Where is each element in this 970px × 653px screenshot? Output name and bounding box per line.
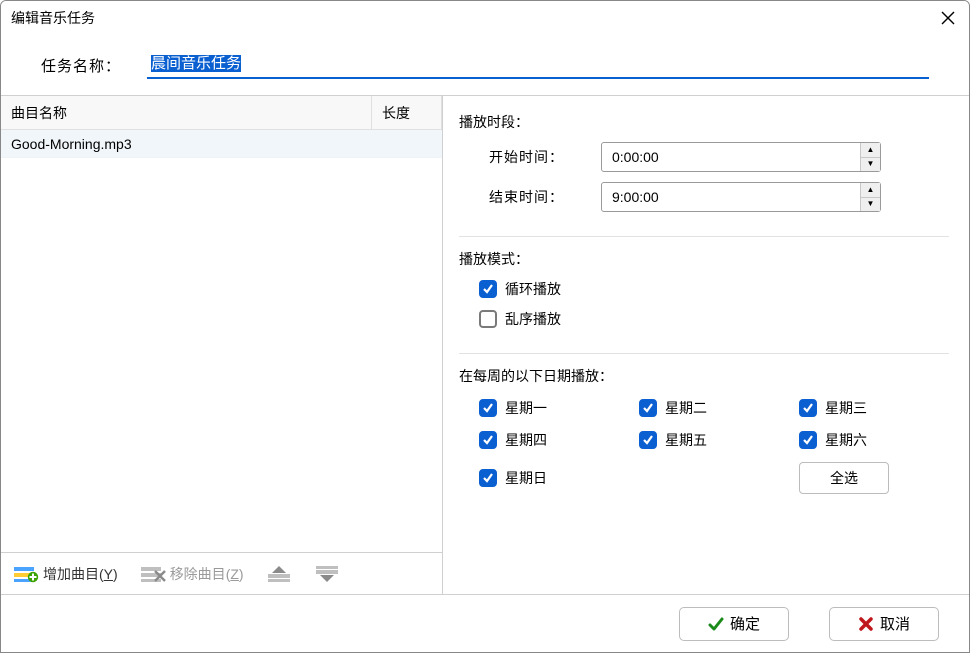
loop-checkbox-row[interactable]: 循环播放 bbox=[479, 279, 949, 299]
weekday-checkbox-row[interactable]: 星期四 bbox=[479, 430, 629, 450]
weekday-checkbox[interactable] bbox=[639, 399, 657, 417]
task-name-label: 任务名称： bbox=[41, 55, 121, 76]
end-time-input[interactable]: 9:00:00 ▲ ▼ bbox=[601, 182, 881, 212]
playback-period-section: 播放时段： 开始时间： 0:00:00 ▲ ▼ 结束时间： 9:00:00 bbox=[459, 106, 949, 237]
end-time-spinner: ▲ ▼ bbox=[860, 183, 880, 211]
weekday-checkbox[interactable] bbox=[639, 431, 657, 449]
weekday-checkbox[interactable] bbox=[479, 431, 497, 449]
remove-track-button: 移除曲目(Z) bbox=[134, 559, 250, 589]
playback-mode-title: 播放模式： bbox=[459, 249, 949, 269]
cancel-icon bbox=[858, 616, 874, 632]
add-track-icon bbox=[13, 565, 39, 583]
ok-label: 确定 bbox=[730, 613, 760, 634]
weekday-label: 星期五 bbox=[665, 430, 707, 450]
close-icon bbox=[941, 11, 955, 25]
select-all-button[interactable]: 全选 bbox=[799, 462, 889, 494]
weekday-label: 星期六 bbox=[825, 430, 867, 450]
weekday-checkbox-row[interactable]: 星期二 bbox=[639, 398, 789, 418]
weekday-label: 星期日 bbox=[505, 468, 547, 488]
column-track-length[interactable]: 长度 bbox=[372, 96, 442, 129]
start-time-input[interactable]: 0:00:00 ▲ ▼ bbox=[601, 142, 881, 172]
task-name-row: 任务名称： 晨间音乐任务 bbox=[1, 35, 969, 95]
weekday-label: 星期二 bbox=[665, 398, 707, 418]
tracklist: 曲目名称 长度 Good-Morning.mp3 bbox=[1, 96, 442, 552]
start-time-down[interactable]: ▼ bbox=[861, 158, 880, 172]
add-track-label: 增加曲目(Y) bbox=[43, 564, 118, 584]
weekday-checkbox-row[interactable]: 星期一 bbox=[479, 398, 629, 418]
start-time-label: 开始时间： bbox=[489, 147, 579, 167]
weekday-label: 星期四 bbox=[505, 430, 547, 450]
window-title: 编辑音乐任务 bbox=[11, 8, 95, 28]
check-icon bbox=[708, 616, 724, 632]
settings-pane: 播放时段： 开始时间： 0:00:00 ▲ ▼ 结束时间： 9:00:00 bbox=[443, 96, 969, 594]
start-time-spinner: ▲ ▼ bbox=[860, 143, 880, 171]
remove-track-label: 移除曲目(Z) bbox=[170, 564, 244, 584]
end-time-value: 9:00:00 bbox=[602, 183, 860, 211]
cancel-label: 取消 bbox=[880, 613, 910, 634]
close-button[interactable] bbox=[939, 9, 957, 27]
end-time-label: 结束时间： bbox=[489, 187, 579, 207]
weekday-checkbox-row[interactable]: 星期日 bbox=[479, 468, 629, 488]
weekday-checkbox[interactable] bbox=[799, 399, 817, 417]
weekdays-title: 在每周的以下日期播放： bbox=[459, 366, 949, 386]
weekday-checkbox[interactable] bbox=[479, 469, 497, 487]
track-name-cell: Good-Morning.mp3 bbox=[1, 136, 372, 152]
playback-period-title: 播放时段： bbox=[459, 112, 949, 132]
shuffle-checkbox-row[interactable]: 乱序播放 bbox=[479, 309, 949, 329]
shuffle-checkbox[interactable] bbox=[479, 310, 497, 328]
loop-label: 循环播放 bbox=[505, 279, 561, 299]
start-time-row: 开始时间： 0:00:00 ▲ ▼ bbox=[489, 142, 949, 172]
weekday-checkbox[interactable] bbox=[479, 399, 497, 417]
table-row[interactable]: Good-Morning.mp3 bbox=[1, 130, 442, 158]
loop-checkbox[interactable] bbox=[479, 280, 497, 298]
cancel-button[interactable]: 取消 bbox=[829, 607, 939, 641]
edit-music-task-dialog: 编辑音乐任务 任务名称： 晨间音乐任务 曲目名称 长度 Good-Morni bbox=[0, 0, 970, 653]
weekday-checkbox[interactable] bbox=[799, 431, 817, 449]
end-time-row: 结束时间： 9:00:00 ▲ ▼ bbox=[489, 182, 949, 212]
tracklist-body[interactable]: Good-Morning.mp3 bbox=[1, 130, 442, 552]
weekdays-section: 在每周的以下日期播放： 星期一 星期二 星期三星期四 星期五 星期六星期日 全选 bbox=[459, 360, 949, 508]
start-time-value: 0:00:00 bbox=[602, 143, 860, 171]
dialog-button-bar: 确定 取消 bbox=[1, 594, 969, 652]
ok-button[interactable]: 确定 bbox=[679, 607, 789, 641]
weekday-checkbox-row[interactable]: 星期五 bbox=[639, 430, 789, 450]
weekday-checkbox-row[interactable]: 星期六 bbox=[799, 430, 949, 450]
move-up-button bbox=[260, 559, 298, 589]
weekdays-grid: 星期一 星期二 星期三星期四 星期五 星期六星期日 全选 bbox=[479, 398, 949, 494]
end-time-down[interactable]: ▼ bbox=[861, 198, 880, 212]
remove-track-icon bbox=[140, 565, 166, 583]
weekday-label: 星期三 bbox=[825, 398, 867, 418]
add-track-button[interactable]: 增加曲目(Y) bbox=[7, 559, 124, 589]
end-time-up[interactable]: ▲ bbox=[861, 183, 880, 198]
task-name-input[interactable]: 晨间音乐任务 bbox=[147, 51, 929, 79]
tracklist-header: 曲目名称 长度 bbox=[1, 96, 442, 130]
weekday-checkbox-row[interactable]: 星期三 bbox=[799, 398, 949, 418]
move-down-icon bbox=[314, 565, 340, 583]
main-area: 曲目名称 长度 Good-Morning.mp3 bbox=[1, 95, 969, 594]
track-toolbar: 增加曲目(Y) 移除曲目(Z) bbox=[1, 552, 442, 594]
move-down-button bbox=[308, 559, 346, 589]
shuffle-label: 乱序播放 bbox=[505, 309, 561, 329]
column-track-name[interactable]: 曲目名称 bbox=[1, 96, 372, 129]
start-time-up[interactable]: ▲ bbox=[861, 143, 880, 158]
titlebar: 编辑音乐任务 bbox=[1, 1, 969, 35]
playback-mode-section: 播放模式： 循环播放 乱序播放 bbox=[459, 243, 949, 354]
weekday-label: 星期一 bbox=[505, 398, 547, 418]
tracklist-pane: 曲目名称 长度 Good-Morning.mp3 bbox=[1, 96, 443, 594]
move-up-icon bbox=[266, 565, 292, 583]
task-name-value: 晨间音乐任务 bbox=[151, 55, 241, 72]
